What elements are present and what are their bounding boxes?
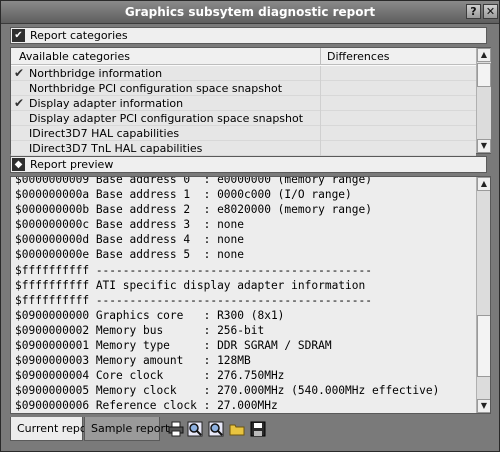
preview-line: $000000000d Base address 4 : none bbox=[15, 233, 245, 247]
categories-rows: ✔ Northbridge information Northbridge PCI … bbox=[11, 66, 476, 156]
preview-line: $0900000005 Memory clock : 270.000MHz (5… bbox=[15, 384, 440, 398]
column-available-categories[interactable]: Available categories bbox=[19, 50, 130, 63]
diamond-icon[interactable]: ◆ bbox=[12, 158, 25, 171]
tab-sample-report[interactable]: Sample report bbox=[84, 417, 169, 441]
category-label: Northbridge information bbox=[29, 67, 163, 80]
preview-line: $0900000006 Reference clock : 27.000MHz bbox=[15, 399, 278, 413]
preview-line: $000000000a Base address 1 : 0000c000 (I… bbox=[15, 188, 352, 202]
column-separator bbox=[320, 48, 321, 65]
zoom-icon[interactable] bbox=[208, 421, 224, 437]
category-row[interactable]: ✔ Display adapter information bbox=[11, 96, 476, 111]
folder-icon[interactable] bbox=[229, 421, 245, 437]
zoom-icon[interactable] bbox=[187, 421, 203, 437]
category-row[interactable]: IDirect3D7 TnL HAL capabilities bbox=[11, 141, 476, 156]
category-label: IDirect3D7 HAL capabilities bbox=[29, 127, 180, 140]
category-label: Display adapter information bbox=[29, 97, 184, 110]
scroll-down-arrow-icon[interactable]: ▼ bbox=[477, 139, 491, 153]
category-row[interactable]: Display adapter PCI configuration space … bbox=[11, 111, 476, 126]
scroll-down-arrow-icon[interactable]: ▼ bbox=[477, 399, 490, 413]
preview-line: $ffffffffff ATI specific display adapter… bbox=[15, 278, 366, 292]
categories-section-label: Report categories bbox=[30, 29, 128, 42]
preview-line: $ffffffffff ----------------------------… bbox=[15, 263, 372, 277]
scroll-thumb[interactable] bbox=[477, 63, 491, 87]
category-row[interactable]: Northbridge PCI configuration space snap… bbox=[11, 81, 476, 96]
differences-cell bbox=[320, 111, 321, 126]
category-label: Northbridge PCI configuration space snap… bbox=[29, 82, 283, 95]
diagnostic-window: Graphics subsytem diagnostic report ? ✕ … bbox=[0, 0, 500, 452]
preview-line: $000000000b Base address 2 : e8020000 (m… bbox=[15, 203, 372, 217]
category-label: IDirect3D7 TnL HAL capabilities bbox=[29, 142, 203, 155]
preview-line: $0900000002 Memory bus : 256-bit bbox=[15, 323, 265, 337]
preview-line: $ffffffffff ----------------------------… bbox=[15, 293, 372, 307]
preview-line: $000000000e Base address 5 : none bbox=[15, 248, 245, 262]
preview-line: $0900000003 Memory amount : 128MB bbox=[15, 354, 251, 368]
categories-list[interactable]: Available categories Differences ✔ Northb… bbox=[10, 47, 491, 156]
category-row[interactable]: IDirect3D7 HAL capabilities bbox=[11, 126, 476, 141]
differences-cell bbox=[320, 81, 321, 96]
report-preview-text: $0000000009 Base address 0 : e0000000 (m… bbox=[15, 176, 475, 413]
differences-cell bbox=[320, 126, 321, 141]
scroll-up-arrow-icon[interactable]: ▲ bbox=[477, 177, 490, 191]
preview-line: $0900000004 Core clock : 276.750MHz bbox=[15, 369, 285, 383]
categories-section-header[interactable]: ✔ Report categories bbox=[10, 27, 487, 44]
scroll-thumb[interactable] bbox=[477, 315, 490, 377]
scroll-up-arrow-icon[interactable]: ▲ bbox=[477, 48, 491, 62]
category-row[interactable]: ✔ Northbridge information bbox=[11, 66, 476, 81]
window-title: Graphics subsytem diagnostic report bbox=[124, 5, 376, 19]
preview-scrollbar[interactable]: ▲ ▼ bbox=[476, 177, 490, 413]
help-button[interactable]: ? bbox=[466, 4, 481, 19]
report-preview[interactable]: $0000000009 Base address 0 : e0000000 (m… bbox=[10, 176, 491, 414]
differences-cell bbox=[320, 66, 321, 81]
column-differences[interactable]: Differences bbox=[327, 50, 389, 63]
preview-line: $0900000001 Memory type : DDR SGRAM / SD… bbox=[15, 339, 332, 353]
preview-section-label: Report preview bbox=[30, 158, 114, 171]
close-button[interactable]: ✕ bbox=[483, 4, 498, 19]
checkmark-icon[interactable]: ✔ bbox=[14, 66, 26, 80]
differences-cell bbox=[320, 141, 321, 156]
preview-line: $000000000c Base address 3 : none bbox=[15, 218, 245, 232]
differences-cell bbox=[320, 96, 321, 111]
title-bar[interactable]: Graphics subsytem diagnostic report ? ✕ bbox=[1, 1, 499, 24]
save-icon[interactable] bbox=[250, 421, 266, 437]
tab-current-report[interactable]: Current report bbox=[10, 417, 95, 441]
categories-scrollbar[interactable]: ▲ ▼ bbox=[476, 48, 491, 153]
preview-line: $0000000009 Base address 0 : e0000000 (m… bbox=[15, 176, 372, 186]
preview-line: $0900000000 Graphics core : R300 (8x1) bbox=[15, 308, 285, 322]
preview-section-header[interactable]: ◆ Report preview bbox=[10, 156, 487, 173]
print-icon[interactable] bbox=[168, 421, 184, 437]
bottom-toolbar: Current report Sample report bbox=[10, 417, 491, 443]
checkmark-icon[interactable]: ✔ bbox=[14, 96, 26, 110]
checkmark-icon[interactable]: ✔ bbox=[12, 29, 25, 42]
category-label: Display adapter PCI configuration space … bbox=[29, 112, 304, 125]
categories-column-header: Available categories Differences bbox=[11, 48, 476, 65]
